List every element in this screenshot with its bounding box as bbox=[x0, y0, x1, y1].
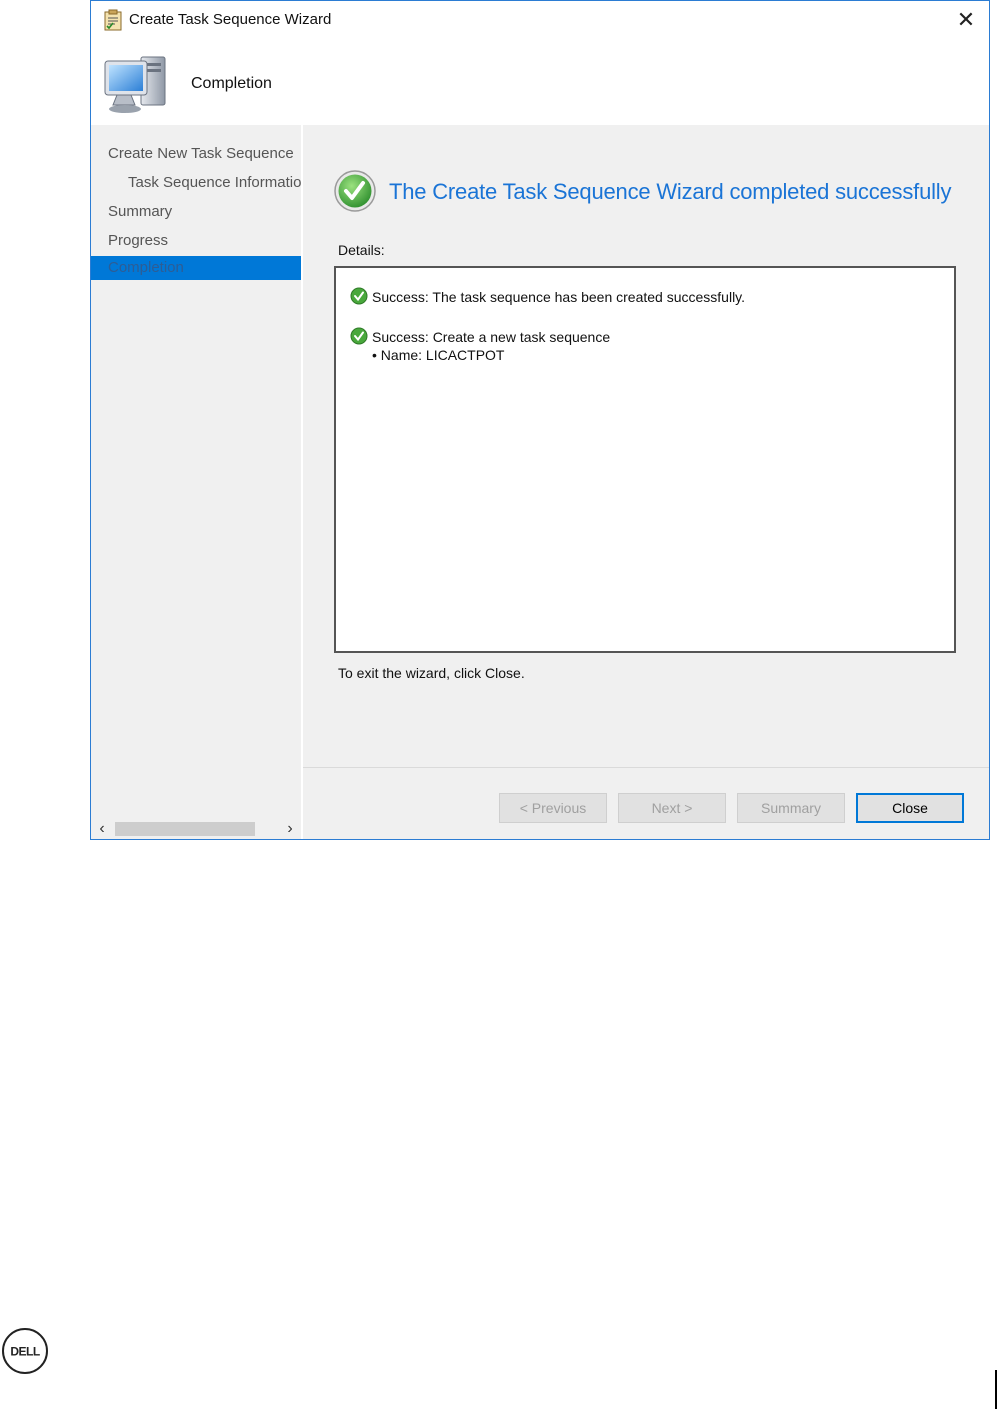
details-box: Success: The task sequence has been crea… bbox=[334, 266, 956, 653]
wizard-steps-nav: Create New Task Sequence Task Sequence I… bbox=[91, 125, 301, 839]
dell-logo: DELL bbox=[2, 1328, 48, 1374]
divider bbox=[303, 767, 989, 768]
wizard-header: Completion bbox=[91, 41, 989, 125]
detail-item: Success: The task sequence has been crea… bbox=[350, 287, 745, 305]
details-label: Details: bbox=[338, 242, 385, 258]
nav-horizontal-scrollbar[interactable]: ‹ › bbox=[91, 819, 301, 839]
computer-icon bbox=[104, 56, 166, 113]
exit-instruction: To exit the wizard, click Close. bbox=[338, 665, 525, 681]
title-bar: Create Task Sequence Wizard ✕ bbox=[91, 1, 989, 41]
previous-button[interactable]: < Previous bbox=[499, 793, 607, 823]
wizard-content: The Create Task Sequence Wizard complete… bbox=[303, 125, 989, 839]
svg-text:DELL: DELL bbox=[10, 1345, 40, 1359]
nav-item-completion[interactable]: Completion bbox=[91, 256, 301, 280]
nav-item-create-new-task-sequence[interactable]: Create New Task Sequence bbox=[91, 142, 301, 166]
detail-text: Success: Create a new task sequence bbox=[372, 329, 611, 345]
window-title: Create Task Sequence Wizard bbox=[129, 11, 332, 28]
header-title: Completion bbox=[191, 75, 272, 92]
scroll-left-arrow-icon[interactable]: ‹ bbox=[93, 819, 111, 839]
green-check-icon bbox=[350, 287, 368, 305]
nav-item-summary[interactable]: Summary bbox=[91, 200, 301, 224]
green-check-icon bbox=[350, 327, 368, 345]
detail-text: Success: The task sequence has been crea… bbox=[372, 289, 746, 305]
scrollbar-thumb[interactable] bbox=[115, 822, 255, 836]
detail-item: Success: Create a new task sequence bbox=[350, 327, 610, 345]
nav-item-progress[interactable]: Progress bbox=[91, 229, 301, 253]
detail-sub-item: • Name: LICACTPOT bbox=[372, 347, 505, 363]
scroll-right-arrow-icon[interactable]: › bbox=[281, 819, 299, 839]
close-button[interactable]: Close bbox=[856, 793, 964, 823]
next-button[interactable]: Next > bbox=[618, 793, 726, 823]
nav-item-task-sequence-information[interactable]: Task Sequence Informatio bbox=[91, 171, 301, 195]
wizard-window: Create Task Sequence Wizard ✕ Completion… bbox=[90, 0, 990, 840]
success-heading: The Create Task Sequence Wizard complete… bbox=[389, 179, 952, 204]
close-window-button[interactable]: ✕ bbox=[951, 5, 981, 35]
page-margin-bar bbox=[995, 1370, 997, 1409]
clipboard-icon bbox=[104, 9, 122, 31]
summary-button[interactable]: Summary bbox=[737, 793, 845, 823]
green-check-icon bbox=[334, 170, 376, 212]
